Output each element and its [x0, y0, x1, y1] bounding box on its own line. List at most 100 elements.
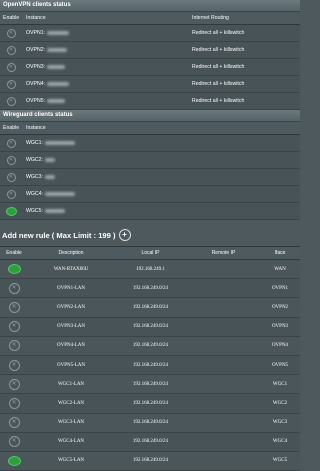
plus-circle-icon[interactable]: +	[118, 229, 131, 241]
wireguard-instance-header: Instance	[26, 125, 46, 131]
disabled-toggle-icon[interactable]: ✕	[6, 45, 16, 55]
add-rule-bar: Add new rule ( Max Limit : 199 ) +	[0, 224, 300, 246]
disabled-toggle-icon[interactable]: ✕	[6, 189, 16, 199]
openvpn-enable-cell: ✕	[0, 62, 22, 72]
disabled-toggle-icon[interactable]: ✕	[8, 340, 20, 352]
rule-description-cell: WGC4-LAN	[57, 439, 85, 445]
openvpn-row: ✕ OVPN2: Redirect all + killswitch	[0, 42, 300, 59]
enabled-toggle-icon[interactable]	[7, 455, 21, 466]
wireguard-instance-cell: WGC5:	[22, 208, 188, 214]
wireguard-instance-cell: WGC3:	[22, 174, 188, 180]
openvpn-enable-cell: ✕	[0, 79, 22, 89]
wireguard-instance-cell: WGC2:	[22, 157, 188, 163]
rule-local-ip-cell: 192.168.249.0/24	[132, 285, 169, 291]
disabled-toggle-icon[interactable]: ✕	[6, 79, 16, 89]
redacted-text	[47, 99, 66, 103]
openvpn-instance-label: OVPN1:	[26, 30, 46, 36]
disabled-toggle-icon[interactable]: ✕	[8, 417, 20, 429]
rule-description-cell: OVPN1-LAN	[56, 285, 86, 291]
wireguard-row: ✕ WGC4:	[0, 186, 300, 203]
rules-local-ip-header: Local IP	[141, 250, 160, 256]
enabled-toggle-icon[interactable]	[7, 264, 21, 275]
disabled-toggle-icon[interactable]: ✕	[6, 96, 16, 106]
openvpn-instance-cell: OVPN2:	[22, 47, 188, 53]
redacted-text	[45, 192, 76, 196]
disabled-toggle-icon[interactable]: ✕	[8, 397, 20, 409]
disabled-toggle-icon[interactable]: ✕	[6, 172, 16, 182]
wireguard-instance-label: WGC3:	[26, 174, 44, 180]
openvpn-table-header: Enable Instance Internet Routing	[0, 12, 300, 25]
rule-local-ip-cell: 192.168.249.0/24	[132, 343, 169, 349]
rule-local-ip-cell: 192.168.249.0/24	[132, 420, 169, 426]
disabled-toggle-icon[interactable]: ✕	[6, 155, 16, 165]
openvpn-routing-cell: Redirect all + killswitch	[192, 81, 245, 87]
rule-description-cell: WGC3-LAN	[57, 420, 85, 426]
disabled-toggle-icon[interactable]: ✕	[6, 138, 16, 148]
openvpn-section: OpenVPN clients status Enable Instance I…	[0, 0, 300, 110]
wireguard-instance-label: WGC5:	[26, 208, 44, 214]
openvpn-instance-cell: OVPN4:	[22, 81, 188, 87]
rules-enable-header: Enable	[6, 250, 22, 256]
openvpn-row: ✕ OVPN5: Redirect all + killswitch	[0, 93, 300, 110]
enabled-toggle-icon[interactable]	[5, 206, 17, 216]
wireguard-enable-cell	[0, 206, 22, 216]
disabled-toggle-icon[interactable]: ✕	[8, 378, 20, 390]
wireguard-row: ✕ WGC2:	[0, 152, 300, 169]
openvpn-row: ✕ OVPN4: Redirect all + killswitch	[0, 76, 300, 93]
wireguard-row: ✕ WGC1:	[0, 135, 300, 152]
rule-row[interactable]: ✕ OVPN3-LAN 192.168.249.0/24 OVPN3	[0, 317, 300, 337]
rule-row[interactable]: ✕ OVPN4-LAN 192.168.249.0/24 OVPN4	[0, 336, 300, 356]
disabled-toggle-icon[interactable]: ✕	[8, 321, 20, 333]
rules-remote-ip-header: Remote IP	[211, 250, 236, 256]
rule-row[interactable]: WAN-RTAX86U 192.168.249.1 WAN	[0, 260, 300, 280]
rules-table-header: Enable Description Local IP Remote IP If…	[0, 246, 300, 260]
wireguard-enable-cell: ✕	[0, 138, 22, 148]
rule-iface-cell: OVPN4	[271, 343, 289, 349]
openvpn-routing-cell: Redirect all + killswitch	[192, 47, 245, 53]
disabled-toggle-icon[interactable]: ✕	[6, 28, 16, 38]
rule-description-cell: OVPN4-LAN	[56, 343, 86, 349]
redacted-text	[45, 209, 66, 213]
rule-iface-cell: WGC4	[272, 439, 288, 445]
disabled-toggle-icon[interactable]: ✕	[8, 282, 20, 294]
rule-row[interactable]: ✕ WGC1-LAN 192.168.249.0/24 WGC1	[0, 375, 300, 395]
openvpn-routing-cell: Redirect all + killswitch	[192, 30, 245, 36]
rule-row[interactable]: ✕ WGC2-LAN 192.168.249.0/24 WGC2	[0, 394, 300, 414]
rule-local-ip-cell: 192.168.249.0/24	[132, 439, 169, 445]
openvpn-enable-cell: ✕	[0, 45, 22, 55]
openvpn-instance-cell: OVPN1:	[22, 30, 188, 36]
openvpn-routing-cell: Redirect all + killswitch	[192, 98, 245, 104]
wireguard-enable-cell: ✕	[0, 189, 22, 199]
rule-enable-cell: ✕	[0, 321, 28, 333]
disabled-toggle-icon[interactable]: ✕	[6, 62, 16, 72]
rule-description-cell: WGC5-LAN	[57, 458, 85, 464]
wireguard-instance-label: WGC1:	[26, 140, 44, 146]
openvpn-row: ✕ OVPN1: Redirect all + killswitch	[0, 25, 300, 42]
rule-enable-cell: ✕	[0, 340, 28, 352]
rule-row[interactable]: ✕ WGC3-LAN 192.168.249.0/24 WGC3	[0, 413, 300, 433]
rule-row[interactable]: WGC5-LAN 192.168.249.0/24 WGC5	[0, 451, 300, 471]
wireguard-row: WGC5:	[0, 203, 300, 220]
openvpn-enable-header: Enable	[3, 15, 20, 21]
rule-row[interactable]: ✕ OVPN1-LAN 192.168.249.0/24 OVPN1	[0, 279, 300, 299]
rule-row[interactable]: ✕ OVPN2-LAN 192.168.249.0/24 OVPN2	[0, 298, 300, 318]
rule-enable-cell: ✕	[0, 378, 28, 390]
rule-local-ip-cell: 192.168.249.0/24	[132, 324, 169, 330]
rule-enable-cell: ✕	[0, 359, 28, 371]
redacted-text	[45, 141, 76, 145]
openvpn-routing-header: Internet Routing	[192, 15, 229, 21]
rules-table: Enable Description Local IP Remote IP If…	[0, 246, 300, 471]
rule-row[interactable]: ✕ OVPN5-LAN 192.168.249.0/24 OVPN5	[0, 355, 300, 376]
rules-description-header: Description	[58, 250, 84, 256]
redacted-text	[47, 82, 70, 86]
openvpn-instance-label: OVPN3:	[26, 64, 46, 70]
disabled-toggle-icon[interactable]: ✕	[8, 436, 20, 448]
disabled-toggle-icon[interactable]: ✕	[8, 301, 20, 313]
openvpn-instance-label: OVPN2:	[26, 47, 46, 53]
rule-local-ip-cell: 192.168.249.0/24	[132, 304, 169, 310]
disabled-toggle-icon[interactable]: ✕	[8, 359, 20, 371]
openvpn-instance-cell: OVPN3:	[22, 64, 188, 70]
rule-iface-cell: OVPN3	[271, 324, 289, 330]
rule-iface-cell: OVPN2	[271, 304, 289, 310]
rule-iface-cell: OVPN1	[271, 285, 289, 291]
